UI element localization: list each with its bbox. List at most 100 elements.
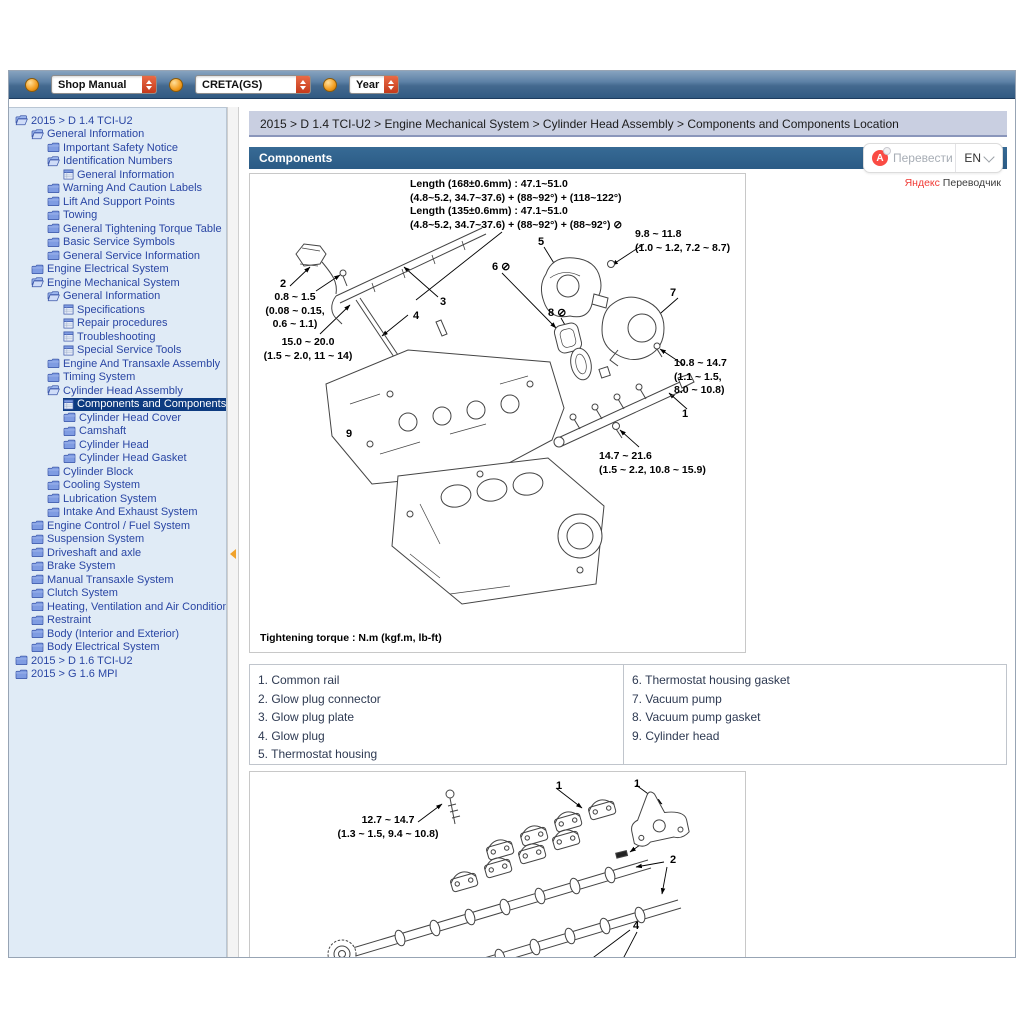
sidebar-item[interactable]: Lift And Support Points	[9, 195, 226, 209]
sidebar-item-inner: Engine Electrical System	[31, 263, 226, 277]
sidebar-item[interactable]: Important Safety Notice	[9, 141, 226, 155]
sidebar-item[interactable]: 2015 > D 1.6 TCI-U2	[9, 654, 226, 668]
sidebar-item[interactable]: Lubrication System	[9, 492, 226, 506]
orange-ball-icon[interactable]	[323, 78, 337, 92]
sidebar-item[interactable]: Driveshaft and axle	[9, 546, 226, 560]
sidebar-item[interactable]: Engine Control / Fuel System	[9, 519, 226, 533]
sidebar-item[interactable]: Body Electrical System	[9, 641, 226, 655]
sidebar-item[interactable]: General Information	[9, 290, 226, 304]
sidebar-item-inner: 2015 > D 1.6 TCI-U2	[15, 654, 226, 668]
folder-closed-icon	[31, 588, 44, 599]
orange-ball-icon[interactable]	[169, 78, 183, 92]
sidebar-item[interactable]: Body (Interior and Exterior)	[9, 627, 226, 641]
sidebar-item[interactable]: Engine And Transaxle Assembly	[9, 357, 226, 371]
sidebar-item[interactable]: Components and Components Location	[9, 398, 226, 412]
sidebar-item-label: Timing System	[63, 371, 135, 383]
stepper-icon[interactable]	[296, 76, 310, 93]
sidebar-item[interactable]: 2015 > D 1.4 TCI-U2	[9, 114, 226, 128]
folder-closed-icon	[47, 142, 60, 153]
sidebar-item-inner: Engine Control / Fuel System	[31, 519, 226, 533]
sidebar-item[interactable]: Cylinder Head Cover	[9, 411, 226, 425]
model-select[interactable]: CRETA(GS)	[195, 75, 311, 94]
folder-closed-icon	[47, 372, 60, 383]
year-select[interactable]: Year	[349, 75, 399, 94]
sidebar-item[interactable]: 2015 > G 1.6 MPI	[9, 668, 226, 682]
sidebar-item-label: General Service Information	[63, 250, 200, 262]
callout-number: 7	[670, 287, 676, 299]
collapse-sidebar-icon[interactable]	[230, 549, 236, 559]
sidebar-item-inner: Restraint	[31, 614, 226, 628]
part-item: 1. Common rail	[258, 671, 615, 690]
sidebar-item[interactable]: Restraint	[9, 614, 226, 628]
sidebar-item[interactable]: Cooling System	[9, 479, 226, 493]
sidebar-item[interactable]: Basic Service Symbols	[9, 236, 226, 250]
doc-icon	[63, 169, 74, 180]
sidebar-item[interactable]: General Service Information	[9, 249, 226, 263]
folder-closed-icon	[31, 642, 44, 653]
sidebar-item[interactable]: Brake System	[9, 560, 226, 574]
sidebar-item[interactable]: Cylinder Head Gasket	[9, 452, 226, 466]
sidebar-item[interactable]: Repair procedures	[9, 317, 226, 331]
language-select[interactable]: EN	[956, 151, 985, 165]
components-diagram: Tightening torque : N.m (kgf.m, lb-ft) L…	[249, 173, 746, 653]
sidebar-item[interactable]: General Tightening Torque Table	[9, 222, 226, 236]
sidebar-item[interactable]: Intake And Exhaust System	[9, 506, 226, 520]
sidebar-item[interactable]: General Information	[9, 168, 226, 182]
torque-annotation: Length (168±0.6mm) : 47.1~51.0 (4.8~5.2,…	[410, 178, 622, 233]
pane-splitter[interactable]	[227, 107, 239, 957]
sidebar-item[interactable]: Specifications	[9, 303, 226, 317]
folder-open-icon	[31, 129, 44, 140]
sidebar-item[interactable]: Warning And Caution Labels	[9, 182, 226, 196]
doc-icon	[63, 345, 74, 356]
sidebar-item-label: General Information	[63, 290, 160, 302]
folder-closed-icon	[63, 439, 76, 450]
sidebar-item[interactable]: Manual Transaxle System	[9, 573, 226, 587]
chevron-down-icon[interactable]	[983, 151, 994, 162]
stepper-icon[interactable]	[384, 76, 398, 93]
translate-button[interactable]: Перевести	[893, 151, 955, 165]
orange-ball-icon[interactable]	[25, 78, 39, 92]
sidebar-item-label: Specifications	[77, 304, 145, 316]
sidebar-item-inner: General Service Information	[47, 249, 226, 263]
sidebar-item[interactable]: Cylinder Head Assembly	[9, 384, 226, 398]
yandex-translate-widget[interactable]: А Перевести EN	[863, 143, 1003, 173]
stepper-icon[interactable]	[142, 76, 156, 93]
app-window: Shop Manual CRETA(GS) Year 2015 > D 1.4 …	[8, 70, 1016, 958]
folder-closed-icon	[31, 520, 44, 531]
folder-closed-icon	[31, 574, 44, 585]
sidebar-item[interactable]: Engine Electrical System	[9, 263, 226, 277]
sidebar-item-inner: Special Service Tools	[63, 344, 226, 358]
sidebar-item[interactable]: Towing	[9, 209, 226, 223]
sidebar-item-label: Driveshaft and axle	[47, 547, 141, 559]
sidebar-item-inner: Cylinder Head	[63, 438, 226, 452]
sidebar-item-label: General Information	[77, 169, 174, 181]
sidebar-item[interactable]: Engine Mechanical System	[9, 276, 226, 290]
manual-select[interactable]: Shop Manual	[51, 75, 157, 94]
sidebar-item[interactable]: Timing System	[9, 371, 226, 385]
callout-number: 4	[413, 310, 419, 322]
sidebar-item-label: Restraint	[47, 614, 91, 626]
sidebar-item-inner: Specifications	[63, 303, 226, 317]
sidebar-item[interactable]: Cylinder Block	[9, 465, 226, 479]
sidebar-item[interactable]: Troubleshooting	[9, 330, 226, 344]
sidebar-item-label: Cylinder Head Cover	[79, 412, 181, 424]
folder-closed-icon	[47, 223, 60, 234]
sidebar-item-inner: Body Electrical System	[31, 641, 226, 655]
folder-closed-icon	[47, 183, 60, 194]
sidebar-item[interactable]: Suspension System	[9, 533, 226, 547]
sidebar-item[interactable]: Cylinder Head	[9, 438, 226, 452]
sidebar-item[interactable]: Special Service Tools	[9, 344, 226, 358]
folder-closed-icon	[31, 601, 44, 612]
sidebar-item[interactable]: Identification Numbers	[9, 155, 226, 169]
sidebar-item-inner: Cooling System	[47, 479, 226, 493]
folder-open-icon	[31, 277, 44, 288]
sidebar-item-inner: Basic Service Symbols	[47, 236, 226, 250]
top-toolbar: Shop Manual CRETA(GS) Year	[9, 71, 1015, 99]
sidebar-item[interactable]: Camshaft	[9, 425, 226, 439]
sidebar-item[interactable]: General Information	[9, 128, 226, 142]
folder-closed-icon	[31, 264, 44, 275]
sidebar-item-label: General Tightening Torque Table	[63, 223, 222, 235]
sidebar-item[interactable]: Clutch System	[9, 587, 226, 601]
page: Shop Manual CRETA(GS) Year 2015 > D 1.4 …	[0, 0, 1024, 1024]
sidebar-item[interactable]: Heating, Ventilation and Air Conditionin…	[9, 600, 226, 614]
